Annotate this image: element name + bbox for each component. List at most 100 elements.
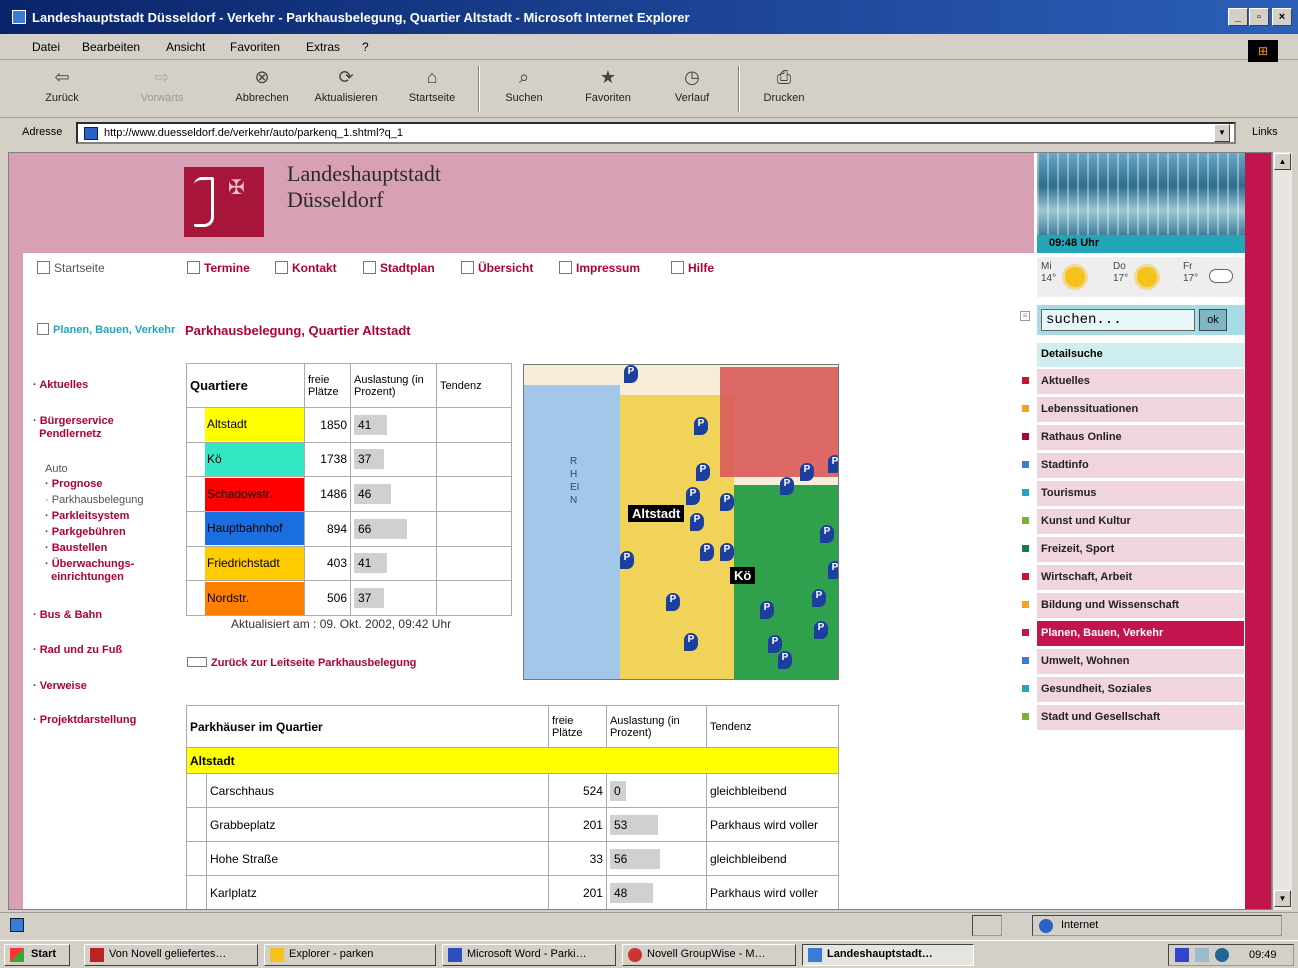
- ie-icon: [808, 948, 822, 962]
- links-button[interactable]: Links: [1252, 126, 1278, 138]
- maximize-button[interactable]: ▫: [1249, 8, 1269, 26]
- parking-marker-icon[interactable]: P: [814, 621, 828, 639]
- taskbar-item[interactable]: Explorer - parken: [264, 944, 436, 966]
- nav-uebersicht[interactable]: Übersicht: [461, 261, 533, 275]
- history-button[interactable]: ◷ Verlauf: [656, 66, 728, 104]
- leftnav-section[interactable]: Planen, Bauen, Verkehr: [37, 323, 175, 337]
- site-search-input[interactable]: suchen...: [1041, 309, 1195, 331]
- parking-marker-icon[interactable]: P: [768, 635, 782, 653]
- taskbar-item[interactable]: Von Novell geliefertes…: [84, 944, 258, 966]
- rightnav-item[interactable]: Freizeit, Sport: [1022, 537, 1244, 563]
- city-logo[interactable]: ✠: [184, 167, 264, 237]
- menu-ansicht[interactable]: Ansicht: [166, 40, 205, 54]
- parking-marker-icon[interactable]: P: [696, 463, 710, 481]
- quarter-name[interactable]: Altstadt: [205, 408, 304, 442]
- menu-extras[interactable]: Extras: [306, 40, 340, 54]
- parking-marker-icon[interactable]: P: [684, 633, 698, 651]
- parking-marker-icon[interactable]: P: [828, 561, 838, 579]
- rightnav-item[interactable]: Gesundheit, Soziales: [1022, 677, 1244, 703]
- taskbar-item[interactable]: Novell GroupWise - M…: [622, 944, 796, 966]
- parking-marker-icon[interactable]: P: [620, 551, 634, 569]
- address-input[interactable]: http://www.duesseldorf.de/verkehr/auto/p…: [76, 122, 1236, 144]
- rightnav-item[interactable]: Wirtschaft, Arbeit: [1022, 565, 1244, 591]
- nav-stadtplan[interactable]: Stadtplan: [363, 261, 435, 275]
- quarter-name[interactable]: Nordstr.: [205, 581, 304, 615]
- parking-marker-icon[interactable]: P: [760, 601, 774, 619]
- nav-kontakt[interactable]: Kontakt: [275, 261, 337, 275]
- menu-bearbeiten[interactable]: Bearbeiten: [82, 40, 140, 54]
- rightnav-item[interactable]: Bildung und Wissenschaft: [1022, 593, 1244, 619]
- rightnav-item[interactable]: Aktuelles: [1022, 369, 1244, 395]
- rightnav-item[interactable]: Stadt und Gesellschaft: [1022, 705, 1244, 731]
- leftnav-verweise[interactable]: · Verweise: [33, 680, 87, 693]
- parking-marker-icon[interactable]: P: [812, 589, 826, 607]
- vertical-scrollbar[interactable]: ▲ ▼: [1272, 152, 1292, 910]
- print-button[interactable]: ⎙ Drucken: [748, 66, 820, 104]
- quarter-name[interactable]: Schadowstr.: [205, 477, 304, 511]
- site-search-ok-button[interactable]: ok: [1199, 309, 1227, 331]
- taskbar-item[interactable]: Microsoft Word - Parki…: [442, 944, 616, 966]
- parking-marker-icon[interactable]: P: [800, 463, 814, 481]
- refresh-button[interactable]: ⟳ Aktualisieren: [310, 66, 382, 104]
- parking-marker-icon[interactable]: P: [686, 487, 700, 505]
- parking-marker-icon[interactable]: P: [694, 417, 708, 435]
- title-bar[interactable]: Landeshauptstadt Düsseldorf - Verkehr - …: [0, 0, 1298, 34]
- menu-datei[interactable]: Datei: [32, 40, 60, 54]
- scroll-down-button[interactable]: ▼: [1274, 890, 1291, 907]
- start-button[interactable]: Start: [4, 944, 70, 966]
- parking-marker-icon[interactable]: P: [828, 455, 838, 473]
- back-to-overview-link[interactable]: Zurück zur Leitseite Parkhausbelegung: [187, 657, 416, 669]
- leftnav-prognose[interactable]: · Prognose: [45, 478, 102, 491]
- parking-marker-icon[interactable]: P: [780, 477, 794, 495]
- nav-impressum[interactable]: Impressum: [559, 261, 640, 275]
- leftnav-bus[interactable]: · Bus & Bahn: [33, 609, 102, 622]
- menu-favoriten[interactable]: Favoriten: [230, 40, 280, 54]
- parking-marker-icon[interactable]: P: [700, 543, 714, 561]
- stop-button[interactable]: ⊗ Abbrechen: [226, 66, 298, 104]
- quarter-name[interactable]: Kö: [205, 442, 304, 476]
- parking-marker-icon[interactable]: P: [720, 493, 734, 511]
- quarter-name[interactable]: Friedrichstadt: [205, 546, 304, 580]
- parking-marker-icon[interactable]: P: [624, 365, 638, 383]
- parking-marker-icon[interactable]: P: [666, 593, 680, 611]
- forward-button[interactable]: ⇨ Vorwärts: [126, 66, 198, 104]
- quarter-name[interactable]: Hauptbahnhof: [205, 512, 304, 546]
- leftnav-parkgebuehren[interactable]: · Parkgebühren: [45, 526, 126, 539]
- home-button[interactable]: ⌂ Startseite: [396, 66, 468, 104]
- rightnav-item[interactable]: Umwelt, Wohnen: [1022, 649, 1244, 675]
- scroll-up-button[interactable]: ▲: [1274, 153, 1291, 170]
- nav-termine[interactable]: Termine: [187, 261, 250, 275]
- back-button[interactable]: ⇦ Zurück: [26, 66, 98, 104]
- rightnav-item[interactable]: Rathaus Online: [1022, 425, 1244, 451]
- minimize-button[interactable]: _: [1228, 8, 1248, 26]
- leftnav-parkhausbelegung[interactable]: · Parkhausbelegung: [45, 494, 143, 507]
- leftnav-baustellen[interactable]: · Baustellen: [45, 542, 107, 555]
- close-button[interactable]: ×: [1272, 8, 1292, 26]
- stop-icon: ⊗: [254, 67, 270, 87]
- address-dropdown-button[interactable]: ▼: [1214, 124, 1230, 142]
- rightnav-item[interactable]: Stadtinfo: [1022, 453, 1244, 479]
- nav-startseite[interactable]: Startseite: [37, 261, 105, 275]
- leftnav-ueberwachung[interactable]: · Überwachungs- einrichtungen: [45, 558, 134, 584]
- leftnav-parkleitsystem[interactable]: · Parkleitsystem: [45, 510, 129, 523]
- leftnav-projekt[interactable]: · Projektdarstellung: [33, 714, 136, 727]
- search-button[interactable]: ⌕ Suchen: [488, 66, 560, 104]
- rightnav-item[interactable]: Lebenssituationen: [1022, 397, 1244, 423]
- parking-marker-icon[interactable]: P: [778, 651, 792, 669]
- leftnav-aktuelles[interactable]: · Aktuelles: [33, 379, 88, 392]
- leftnav-rad[interactable]: · Rad und zu Fuß: [33, 644, 122, 657]
- rightnav-item[interactable]: Tourismus: [1022, 481, 1244, 507]
- parking-marker-icon[interactable]: P: [720, 543, 734, 561]
- rightnav-item[interactable]: Kunst und Kultur: [1022, 509, 1244, 535]
- menu-help[interactable]: ?: [362, 40, 369, 54]
- district-map[interactable]: Altstadt Kö RHEIN PPPPPPPPPPPPPPPPPPPPP: [523, 364, 839, 680]
- taskbar-item-active[interactable]: Landeshauptstadt…: [802, 944, 974, 966]
- detail-search-link[interactable]: Detailsuche: [1037, 343, 1245, 367]
- rightnav-item[interactable]: Planen, Bauen, Verkehr: [1022, 621, 1244, 647]
- weather-widget[interactable]: Mi 14° Do 17° Fr 17°: [1037, 257, 1245, 297]
- nav-hilfe[interactable]: Hilfe: [671, 261, 714, 275]
- leftnav-buergerservice[interactable]: · Bürgerservice Pendlernetz: [33, 415, 114, 441]
- parking-marker-icon[interactable]: P: [690, 513, 704, 531]
- favorites-button[interactable]: ★ Favoriten: [572, 66, 644, 104]
- parking-marker-icon[interactable]: P: [820, 525, 834, 543]
